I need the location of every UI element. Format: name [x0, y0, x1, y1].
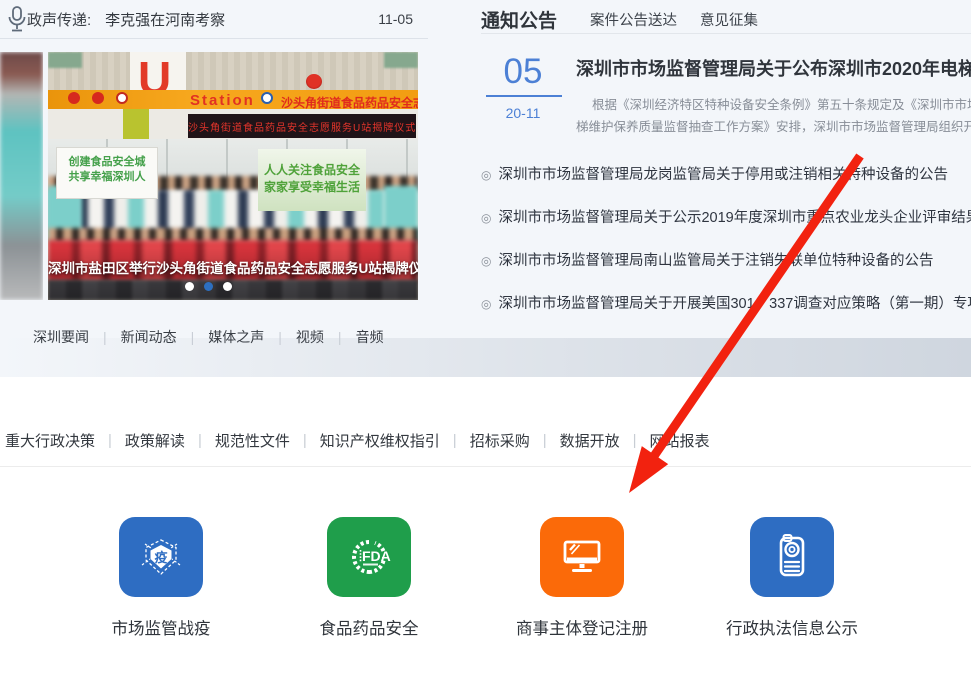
photo-led-sign: 沙头角街道食品药品安全志愿服务U站揭牌仪式: [188, 114, 416, 138]
photo-building-wall: [48, 52, 418, 90]
ticker-label: 政声传递:: [27, 9, 91, 30]
intercom-icon: [750, 517, 834, 597]
photo-right-poster-line1: 人人关注食品安全: [258, 162, 366, 179]
policy-nav-policy-interpretation[interactable]: 政策解读: [125, 430, 185, 451]
carousel-dot-3[interactable]: [223, 282, 232, 291]
featured-date-underline: [486, 95, 562, 97]
ticker-headline-link[interactable]: 李克强在河南考察: [105, 9, 225, 30]
notice-list-item[interactable]: ◎ 深圳市市场监督管理局关于公示2019年度深圳市重点农业龙头企业评审结果的公告: [481, 206, 971, 227]
separator: |: [278, 329, 282, 345]
bullet-icon: ◎: [481, 254, 491, 268]
service-label: 行政执法信息公示: [692, 615, 892, 639]
carousel-previous-slide-art: [0, 52, 43, 300]
svg-text:FDA: FDA: [362, 548, 391, 564]
featured-summary-line2: 梯维护保养质量监督抽查工作方案》安排，深圳市市场监督管理局组织开展了电梯维护: [576, 119, 971, 135]
featured-day: 05: [483, 52, 563, 92]
photo-left-poster-line2: 共享幸福深圳人: [57, 170, 157, 185]
photo-left-poster-line1: 创建食品安全城: [57, 155, 157, 170]
tab-case-announcements[interactable]: 案件公告送达: [590, 9, 677, 30]
policy-nav: 重大行政决策 | 政策解读 | 规范性文件 | 知识产权维权指引 | 招标采购 …: [5, 430, 710, 451]
ticker-divider: [0, 38, 428, 39]
ticker-date: 11-05: [378, 11, 413, 27]
epidemic-shield-icon: 疫: [119, 517, 203, 597]
photo-led-text: 沙头角街道食品药品安全志愿服务U站揭牌仪式: [188, 119, 416, 134]
svg-text:疫: 疫: [154, 550, 167, 565]
news-nav-media-voice[interactable]: 媒体之声: [208, 327, 264, 347]
policy-nav-site-reports[interactable]: 网站报表: [650, 430, 710, 451]
separator: |: [633, 432, 637, 449]
photo-window-left: [48, 52, 82, 68]
photo-window-right: [384, 52, 418, 68]
policy-nav-major-decisions[interactable]: 重大行政决策: [5, 430, 95, 451]
featured-date: 20-11: [483, 105, 563, 121]
notice-item-text: 深圳市市场监督管理局南山监管局关于注销失联单位特种设备的公告: [498, 253, 933, 269]
separator: |: [338, 329, 342, 345]
notice-item-text: 深圳市市场监督管理局关于开展美国301、337调查对应策略（第一期）专项培训的通…: [498, 296, 971, 312]
carousel-previous-slide[interactable]: [0, 52, 43, 300]
service-label: 市场监管战疫: [61, 615, 261, 639]
news-nav-audio[interactable]: 音频: [356, 327, 384, 347]
separator: |: [303, 432, 307, 449]
news-nav-video[interactable]: 视频: [296, 327, 324, 347]
notice-list-item[interactable]: ◎ 深圳市市场监督管理局南山监管局关于注销失联单位特种设备的公告: [481, 249, 971, 270]
news-nav-news-updates[interactable]: 新闻动态: [121, 327, 177, 347]
carousel-dot-1[interactable]: [185, 282, 194, 291]
featured-notice-title[interactable]: 深圳市市场监督管理局关于公布深圳市2020年电梯维护保养质量监督抽查结果的通告: [576, 55, 971, 81]
separator: |: [108, 432, 112, 449]
fda-wreath-icon: FDA: [327, 517, 411, 597]
service-label: 商事主体登记注册: [482, 615, 682, 639]
news-nav-shenzhen-news[interactable]: 深圳要闻: [33, 327, 89, 347]
photo-round-logo: [261, 92, 273, 104]
monitor-icon: [540, 517, 624, 597]
service-business-registration[interactable]: 商事主体登记注册: [482, 517, 682, 639]
news-ticker: 政声传递: 李克强在河南考察 11-05: [0, 0, 428, 38]
section-divider: [0, 466, 971, 467]
tab-opinion-solicitation[interactable]: 意见征集: [700, 9, 758, 30]
policy-nav-bidding[interactable]: 招标采购: [470, 430, 530, 451]
policy-nav-open-data[interactable]: 数据开放: [560, 430, 620, 451]
notices-divider: [481, 33, 971, 34]
photo-right-poster: 人人关注食品安全 家家享受幸福生活: [258, 149, 366, 211]
policy-nav-ip-rights-guide[interactable]: 知识产权维权指引: [320, 430, 440, 451]
separator: |: [191, 329, 195, 345]
service-market-supervision-epidemic[interactable]: 疫 市场监管战疫: [61, 517, 261, 639]
carousel-dots: [185, 282, 232, 291]
service-label: 食品药品安全: [269, 615, 469, 639]
separator: |: [198, 432, 202, 449]
photo-right-poster-line2: 家家享受幸福生活: [258, 179, 366, 196]
news-nav: 深圳要闻 | 新闻动态 | 媒体之声 | 视频 | 音频: [33, 327, 384, 347]
featured-summary-line1: 根据《深圳经济特区特种设备安全条例》第五十条规定及《深圳市市场监督管理局电: [592, 97, 971, 113]
notice-item-text: 深圳市市场监督管理局龙岗监管局关于停用或注销相关特种设备的公告: [498, 167, 948, 183]
photo-flower-emblem-icon: [92, 92, 104, 104]
tab-notices[interactable]: 通知公告: [481, 6, 557, 33]
separator: |: [453, 432, 457, 449]
bullet-icon: ◎: [481, 211, 491, 225]
service-food-drug-safety[interactable]: FDA 食品药品安全: [269, 517, 469, 639]
service-law-enforcement-disclosure[interactable]: 行政执法信息公示: [692, 517, 892, 639]
separator: |: [543, 432, 547, 449]
bullet-icon: ◎: [481, 297, 491, 311]
notice-list-item[interactable]: ◎ 深圳市市场监督管理局龙岗监管局关于停用或注销相关特种设备的公告: [481, 163, 971, 184]
notice-item-text: 深圳市市场监督管理局关于公示2019年度深圳市重点农业龙头企业评审结果的公告: [498, 210, 971, 226]
carousel-dot-2-active[interactable]: [204, 282, 213, 291]
bullet-icon: ◎: [481, 168, 491, 182]
photo-ribbon-flower: [306, 74, 322, 89]
policy-nav-normative-documents[interactable]: 规范性文件: [215, 430, 290, 451]
microphone-icon: [5, 5, 29, 33]
photo-shield-emblem-icon: [116, 92, 128, 104]
page: 政声传递: 李克强在河南考察 11-05 U Station 沙头角街道食品药品…: [0, 0, 971, 698]
notice-list-item[interactable]: ◎ 深圳市市场监督管理局关于开展美国301、337调查对应策略（第一期）专项培训的…: [481, 292, 971, 313]
separator: |: [103, 329, 107, 345]
carousel-caption[interactable]: 深圳市盐田区举行沙头角街道食品药品安全志愿服务U站揭牌仪式: [48, 257, 418, 277]
photo-station-text: Station: [190, 92, 255, 109]
photo-left-poster: 创建食品安全城 共享幸福深圳人: [56, 147, 158, 199]
photo-emblem-icon: [68, 92, 80, 104]
carousel-photo[interactable]: U Station 沙头角街道食品药品安全志愿 沙头角街道食品药品安全志愿服务U…: [48, 52, 418, 300]
